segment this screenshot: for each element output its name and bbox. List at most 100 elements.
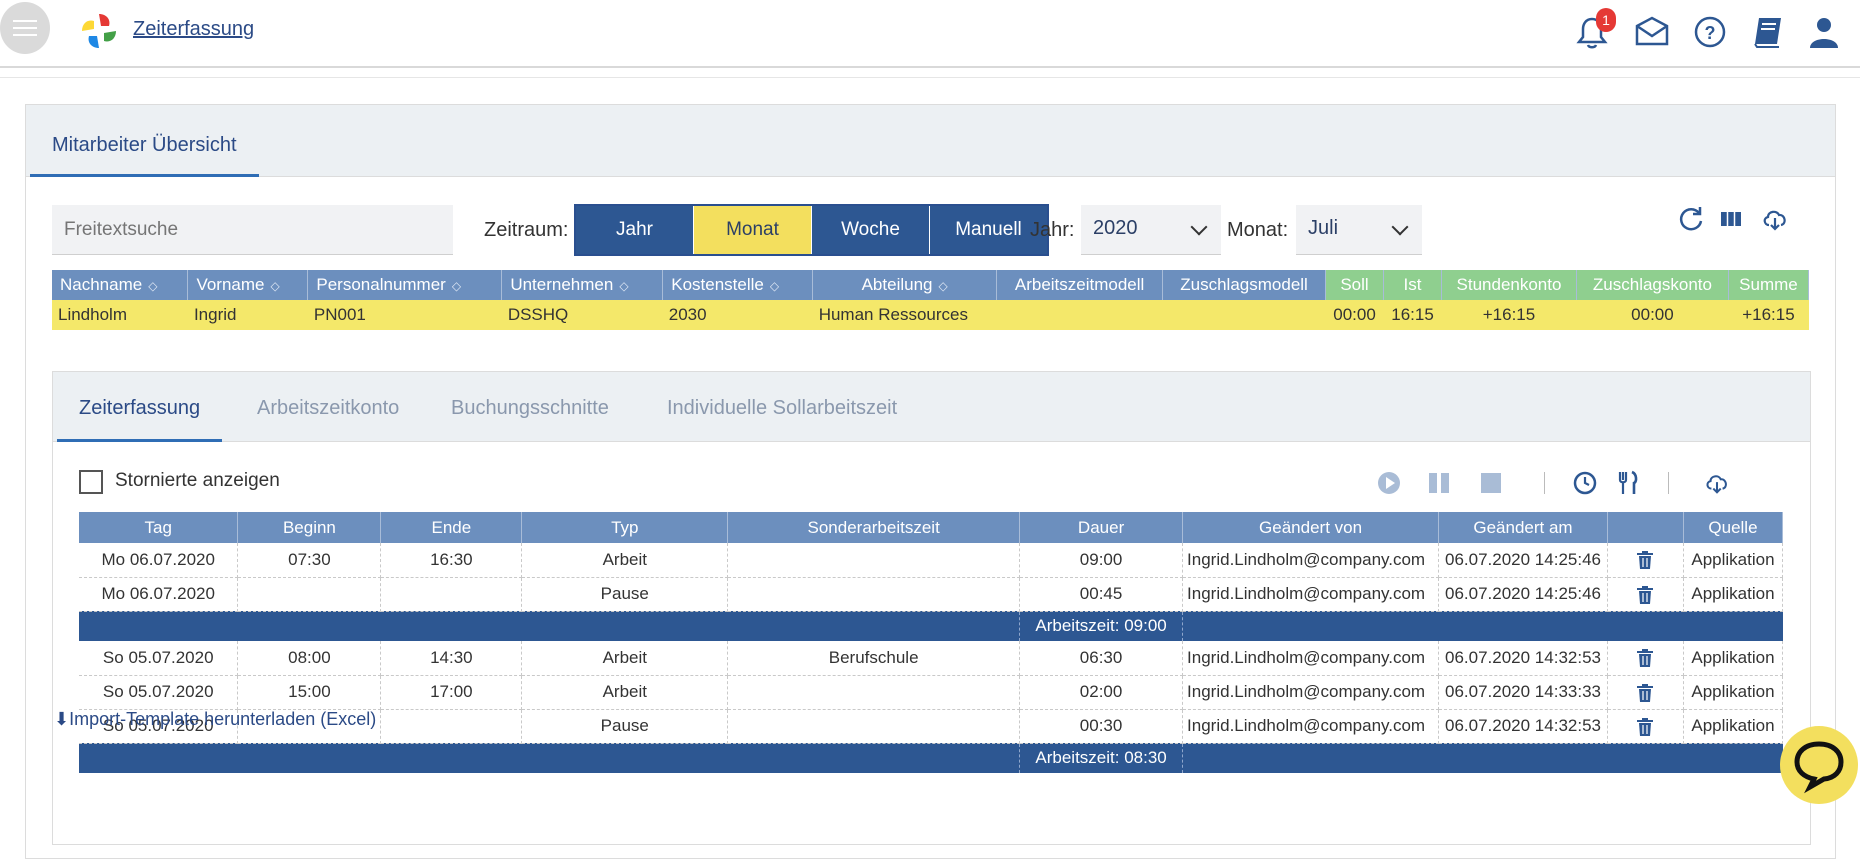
table-row[interactable]: So 05.07.2020 08:00 14:30 Arbeit Berufsc… xyxy=(79,641,1784,676)
clock-icon[interactable] xyxy=(1572,470,1598,496)
col-beginn[interactable]: Beginn xyxy=(237,512,382,543)
cell-nachname: Lindholm xyxy=(52,300,188,330)
sort-icon: ◇ xyxy=(619,279,629,293)
menu-icon[interactable] xyxy=(0,2,50,54)
trash-icon[interactable] xyxy=(1637,717,1654,736)
col-arbeitszeitmodell[interactable]: Arbeitszeitmodell xyxy=(996,270,1164,300)
help-icon[interactable]: ? xyxy=(1692,14,1728,50)
col-soll[interactable]: Soll xyxy=(1325,270,1385,300)
trash-icon[interactable] xyxy=(1637,649,1654,668)
period-jahr-button[interactable]: Jahr xyxy=(576,206,694,254)
col-summe[interactable]: Summe xyxy=(1728,270,1810,300)
cell-geaendert-von: Ingrid.Lindholm@company.com xyxy=(1182,675,1440,710)
period-woche-button[interactable]: Woche xyxy=(812,206,930,254)
user-icon[interactable] xyxy=(1806,14,1842,50)
cell-geaendert-am: 06.07.2020 14:33:33 xyxy=(1438,675,1608,710)
col-kostenstelle[interactable]: Kostenstelle ◇ xyxy=(662,270,814,300)
col-tag[interactable]: Tag xyxy=(79,512,239,543)
time-tracking-panel: Zeiterfassung Arbeitszeitkonto Buchungss… xyxy=(52,371,1811,845)
monat-select[interactable]: Juli xyxy=(1296,205,1422,255)
col-label: Unternehmen xyxy=(510,275,614,294)
pause-icon[interactable] xyxy=(1426,470,1452,496)
tab-arbeitszeitkonto[interactable]: Arbeitszeitkonto xyxy=(257,372,399,442)
col-typ[interactable]: Typ xyxy=(521,512,729,543)
chat-button[interactable] xyxy=(1780,726,1858,804)
col-label: Abteilung xyxy=(861,275,933,294)
trash-icon[interactable] xyxy=(1637,585,1654,604)
employee-overview-panel: Mitarbeiter Übersicht Zeitraum: Jahr Mon… xyxy=(25,104,1836,859)
col-label: Personalnummer xyxy=(316,275,446,294)
time-table-header: Tag Beginn Ende Typ Sonderarbeitszeit Da… xyxy=(79,512,1784,543)
cell-sonderarbeitszeit xyxy=(727,675,1021,710)
cell-geaendert-am: 06.07.2020 14:32:53 xyxy=(1438,641,1608,676)
col-abteilung[interactable]: Abteilung ◇ xyxy=(812,270,998,300)
summary-row: Arbeitszeit: 09:00 xyxy=(79,611,1783,641)
search-input[interactable] xyxy=(52,205,453,255)
col-sonderarbeitszeit[interactable]: Sonderarbeitszeit xyxy=(727,512,1021,543)
tab-mitarbeiter-uebersicht[interactable]: Mitarbeiter Übersicht xyxy=(30,105,259,177)
jahr-select[interactable]: 2020 xyxy=(1081,205,1221,255)
monat-label: Monat: xyxy=(1227,219,1289,241)
trash-icon[interactable] xyxy=(1637,551,1654,570)
employee-row[interactable]: Lindholm Ingrid PN001 DSSHQ 2030 Human R… xyxy=(52,300,1809,330)
col-personalnummer[interactable]: Personalnummer ◇ xyxy=(307,270,503,300)
sort-icon: ◇ xyxy=(270,279,280,293)
cell-tag: Mo 06.07.2020 xyxy=(79,577,239,612)
notification-button[interactable]: 1 xyxy=(1574,8,1616,50)
cell-actions xyxy=(1607,675,1684,710)
employee-table: Nachname ◇ Vorname ◇ Personalnummer ◇ Unter… xyxy=(52,270,1810,330)
tab-zeiterfassung[interactable]: Zeiterfassung xyxy=(57,372,223,442)
col-vorname[interactable]: Vorname ◇ xyxy=(187,270,309,300)
cell-typ: Arbeit xyxy=(521,543,729,578)
columns-icon[interactable] xyxy=(1717,205,1745,233)
cell-dauer: 09:00 xyxy=(1019,543,1184,578)
cell-unternehmen: DSSHQ xyxy=(501,300,663,330)
book-icon[interactable] xyxy=(1750,14,1786,50)
trash-icon[interactable] xyxy=(1637,683,1654,702)
col-dauer[interactable]: Dauer xyxy=(1019,512,1184,543)
cell-quelle: Applikation xyxy=(1683,675,1784,710)
cell-typ: Arbeit xyxy=(521,675,729,710)
refresh-icon[interactable] xyxy=(1677,205,1705,233)
table-row[interactable]: So 05.07.2020 15:00 17:00 Arbeit 02:00 I… xyxy=(79,675,1784,710)
col-ende[interactable]: Ende xyxy=(380,512,523,543)
stop-icon[interactable] xyxy=(1478,470,1504,496)
cell-geaendert-von: Ingrid.Lindholm@company.com xyxy=(1182,543,1440,578)
period-monat-button[interactable]: Monat xyxy=(694,206,812,254)
app-title[interactable]: Zeiterfassung xyxy=(133,18,254,41)
cloud-download-icon[interactable] xyxy=(1761,205,1789,233)
play-icon[interactable] xyxy=(1376,470,1402,496)
table-row[interactable]: Mo 06.07.2020 07:30 16:30 Arbeit 09:00 I… xyxy=(79,543,1784,578)
col-nachname[interactable]: Nachname ◇ xyxy=(52,270,189,300)
col-geaendert-von[interactable]: Geändert von xyxy=(1182,512,1440,543)
cell-typ: Arbeit xyxy=(521,641,729,676)
divider xyxy=(0,77,1860,78)
cell-actions xyxy=(1607,641,1684,676)
col-zuschlagskonto[interactable]: Zuschlagskonto xyxy=(1576,270,1729,300)
cell-tag: Mo 06.07.2020 xyxy=(79,543,239,578)
cutlery-icon[interactable] xyxy=(1614,470,1640,496)
toolbar-separator xyxy=(1668,472,1669,494)
cell-zuschlagskonto: 00:00 xyxy=(1576,300,1729,330)
subtab-bar: Zeiterfassung Arbeitszeitkonto Buchungss… xyxy=(53,372,1810,442)
tab-buchungsschnitte[interactable]: Buchungsschnitte xyxy=(451,372,609,442)
cloud-download-icon[interactable] xyxy=(1704,470,1730,496)
cell-summe: +16:15 xyxy=(1728,300,1809,330)
col-zuschlagsmodell[interactable]: Zuschlagsmodell xyxy=(1162,270,1327,300)
col-geaendert-am[interactable]: Geändert am xyxy=(1438,512,1608,543)
cell-geaendert-von: Ingrid.Lindholm@company.com xyxy=(1182,641,1440,676)
col-unternehmen[interactable]: Unternehmen ◇ xyxy=(501,270,664,300)
jahr-value: 2020 xyxy=(1093,217,1138,239)
import-template-download-link[interactable]: ⬇Import-Template herunterladen (Excel) xyxy=(54,709,376,730)
show-cancelled-checkbox[interactable] xyxy=(79,470,103,494)
col-ist[interactable]: Ist xyxy=(1383,270,1442,300)
tab-individuelle-sollarbeitszeit[interactable]: Individuelle Sollarbeitszeit xyxy=(667,372,897,442)
table-row[interactable]: Mo 06.07.2020 Pause 00:45 Ingrid.Lindhol… xyxy=(79,577,1784,612)
col-quelle[interactable]: Quelle xyxy=(1683,512,1784,543)
col-stundenkonto[interactable]: Stundenkonto xyxy=(1441,270,1577,300)
inbox-icon[interactable] xyxy=(1634,14,1670,50)
monat-value: Juli xyxy=(1308,217,1339,239)
summary-spacer xyxy=(1182,611,1783,641)
col-label: Kostenstelle xyxy=(671,275,764,294)
panel-header: Mitarbeiter Übersicht xyxy=(26,105,1835,177)
